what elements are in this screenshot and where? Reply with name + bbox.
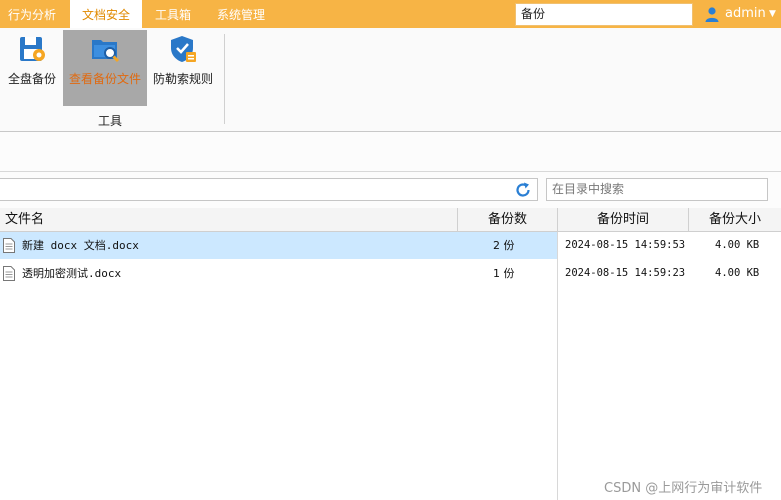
column-header-backup-count[interactable]: 备份数 (458, 208, 557, 232)
view-backup-files-button[interactable]: 查看备份文件 (63, 30, 147, 106)
file-name: 透明加密测试.docx (22, 267, 122, 280)
ribbon-group-divider (224, 34, 225, 124)
backup-time: 2024-08-15 14:59:53 (565, 239, 686, 251)
ribbon-toolbar: 全盘备份 查看备份文件 防勒索规则 工具 (0, 28, 781, 132)
anti-ransomware-rules-button[interactable]: 防勒索规则 (141, 30, 225, 106)
watermark: CSDN @上网行为审计软件 (604, 481, 763, 496)
tab-system-management[interactable]: 系统管理 (206, 0, 276, 28)
column-header-backup-size[interactable]: 备份大小 (689, 208, 781, 232)
file-name: 新建 docx 文档.docx (22, 239, 139, 252)
backup-time: 2024-08-15 14:59:23 (565, 267, 686, 279)
ribbon-group-label: 工具 (98, 114, 123, 128)
backup-count: 2 份 (493, 239, 515, 252)
view-backup-icon (92, 40, 120, 63)
tab-behavior-analysis[interactable]: 行为分析 (0, 0, 64, 28)
ransomware-shield-icon (171, 36, 196, 62)
top-search-input[interactable]: 备份 (515, 3, 693, 26)
disk-backup-icon (20, 37, 45, 61)
directory-search-input[interactable]: 在目录中搜索 (546, 178, 768, 201)
path-bar: 在目录中搜索 (0, 172, 781, 208)
document-icon (3, 238, 15, 253)
backup-size: 4.00 KB (715, 239, 760, 251)
chevron-down-icon: ▼ (769, 9, 776, 19)
document-icon (3, 266, 15, 281)
backup-count: 1 份 (493, 267, 515, 280)
panel-divider (557, 232, 558, 500)
anti-ransomware-rules-label: 防勒索规则 (152, 72, 213, 86)
table-row[interactable]: 新建 docx 文档.docx 2 份 (0, 232, 557, 259)
tab-document-security[interactable]: 文档安全 (70, 0, 142, 28)
user-name: admin (725, 6, 766, 21)
refresh-icon[interactable] (514, 181, 532, 199)
view-backup-files-label: 查看备份文件 (68, 72, 141, 86)
user-icon (705, 7, 719, 22)
table-row[interactable]: 透明加密测试.docx 1 份 (0, 260, 557, 287)
path-input[interactable] (0, 178, 538, 201)
column-header-filename[interactable]: 文件名 (0, 208, 457, 232)
top-menu-bar: 行为分析 文档安全 工具箱 系统管理 备份 admin ▼ (0, 0, 781, 28)
tab-toolbox[interactable]: 工具箱 (146, 0, 200, 28)
empty-panel (0, 132, 781, 172)
column-header-backup-time[interactable]: 备份时间 (558, 208, 688, 232)
backup-size: 4.00 KB (715, 267, 760, 279)
